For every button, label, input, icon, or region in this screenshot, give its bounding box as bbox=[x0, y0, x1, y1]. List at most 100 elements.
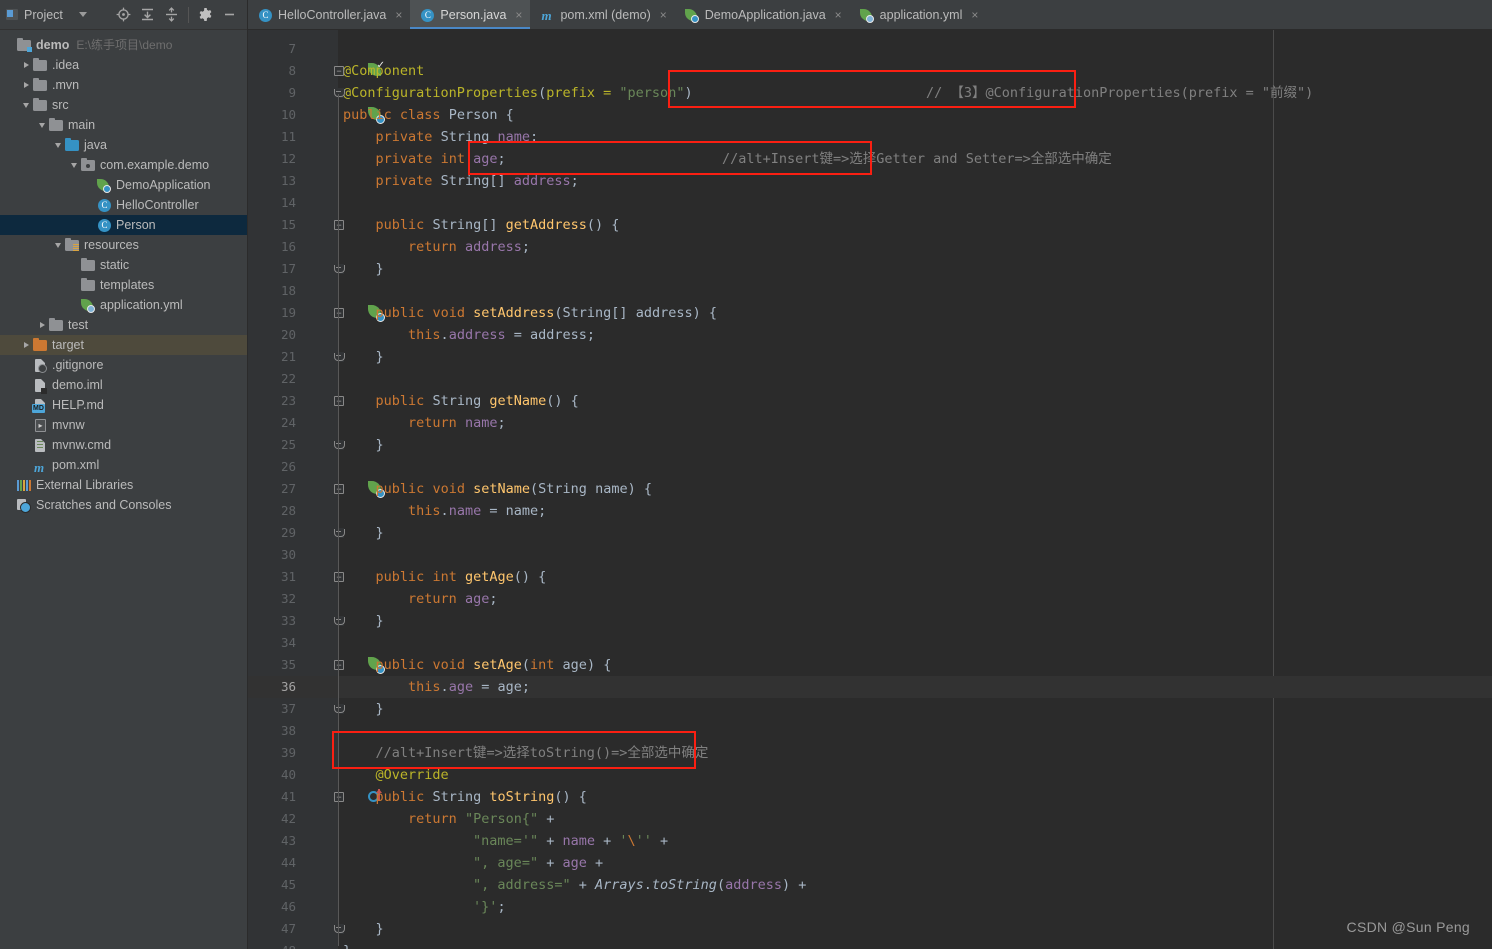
tree-item-main[interactable]: main bbox=[0, 115, 247, 135]
tree-item-demoapplication[interactable]: DemoApplication bbox=[0, 175, 247, 195]
tree-item-scratches-and-consoles[interactable]: Scratches and Consoles bbox=[0, 495, 247, 515]
fold-collapse-icon[interactable]: − bbox=[334, 484, 344, 494]
fold-collapse-icon[interactable]: − bbox=[334, 66, 344, 76]
fold-end-icon[interactable] bbox=[334, 352, 345, 362]
fold-end-icon[interactable] bbox=[334, 440, 345, 450]
tree-item-gitignore[interactable]: .gitignore bbox=[0, 355, 247, 375]
close-icon[interactable]: × bbox=[515, 8, 522, 22]
editor-tab-demoapplication-java[interactable]: DemoApplication.java × bbox=[675, 0, 850, 29]
tree-item-target[interactable]: target bbox=[0, 335, 247, 355]
fold-end-icon[interactable] bbox=[334, 616, 345, 626]
tree-root-demo[interactable]: demo E:\练手项目\demo bbox=[0, 35, 247, 55]
tree-item-pom-xml[interactable]: m pom.xml bbox=[0, 455, 247, 475]
tree-item-label: main bbox=[68, 118, 96, 132]
project-title[interactable]: Project bbox=[6, 8, 87, 22]
fold-end-icon[interactable] bbox=[334, 264, 345, 274]
tree-item-label: mvnw.cmd bbox=[52, 438, 112, 452]
chevron-down-icon[interactable] bbox=[20, 95, 32, 115]
tree-item-demo-iml[interactable]: demo.iml bbox=[0, 375, 247, 395]
editor-tab-hellocontroller-java[interactable]: C HelloController.java × bbox=[248, 0, 410, 29]
code-line-22: 22 bbox=[248, 368, 1492, 390]
tree-item-label: java bbox=[84, 138, 107, 152]
tree-item-static[interactable]: static bbox=[0, 255, 247, 275]
tree-item-label: External Libraries bbox=[36, 478, 134, 492]
locate-icon[interactable] bbox=[116, 7, 131, 22]
line-number: 47 bbox=[280, 921, 296, 936]
chevron-down-icon[interactable] bbox=[52, 235, 64, 255]
code-text: @ConfigurationProperties(prefix = "perso… bbox=[343, 85, 693, 101]
chevron-right-icon[interactable] bbox=[20, 335, 32, 355]
tree-item-label: resources bbox=[84, 238, 139, 252]
close-icon[interactable]: × bbox=[660, 8, 667, 22]
collapse-all-icon[interactable] bbox=[164, 7, 179, 22]
close-icon[interactable]: × bbox=[971, 8, 978, 22]
fold-collapse-icon[interactable]: − bbox=[334, 220, 344, 230]
code-text: } bbox=[343, 701, 384, 717]
tree-item-test[interactable]: test bbox=[0, 315, 247, 335]
code-editor[interactable]: ✓ 7 8 @Component 9 @ConfigurationProperties(… bbox=[248, 30, 1492, 949]
code-line-15: 15 public String[] getAddress() { bbox=[248, 214, 1492, 236]
chevron-right-icon[interactable] bbox=[20, 55, 32, 75]
line-number: 24 bbox=[280, 415, 296, 430]
editor-tab-person-java[interactable]: C Person.java × bbox=[410, 0, 531, 29]
java-class-icon: C bbox=[419, 7, 435, 22]
tree-item-com-example-demo[interactable]: com.example.demo bbox=[0, 155, 247, 175]
fold-end-icon[interactable] bbox=[334, 924, 345, 934]
tree-item-resources[interactable]: resources bbox=[0, 235, 247, 255]
code-line-24: 24 return name; bbox=[248, 412, 1492, 434]
chevron-down-icon[interactable] bbox=[78, 12, 87, 17]
tree-item-external-libraries[interactable]: External Libraries bbox=[0, 475, 247, 495]
code-line-14: 14 bbox=[248, 192, 1492, 214]
fold-end-icon[interactable] bbox=[334, 704, 345, 714]
fold-collapse-icon[interactable]: − bbox=[334, 308, 344, 318]
tree-item-label: Person bbox=[116, 218, 156, 232]
tree-item-label: src bbox=[52, 98, 69, 112]
tree-item-mvnw-cmd[interactable]: mvnw.cmd bbox=[0, 435, 247, 455]
java-class-icon: C bbox=[96, 217, 112, 233]
editor-tab-pom-xml-demo[interactable]: m pom.xml (demo) × bbox=[530, 0, 674, 29]
code-text: public void setName(String name) { bbox=[375, 481, 652, 497]
editor-tabs[interactable]: C HelloController.java × C Person.java × m pom.… bbox=[248, 0, 1492, 30]
fold-end-icon[interactable] bbox=[334, 528, 345, 538]
expand-all-icon[interactable] bbox=[140, 7, 155, 22]
tree-item-mvn[interactable]: .mvn bbox=[0, 75, 247, 95]
fold-collapse-icon[interactable]: − bbox=[334, 660, 344, 670]
chevron-down-icon[interactable] bbox=[36, 115, 48, 135]
tree-item-application-yml[interactable]: application.yml bbox=[0, 295, 247, 315]
line-number: 7 bbox=[288, 41, 296, 56]
chevron-right-icon[interactable] bbox=[36, 315, 48, 335]
tree-item-mvnw[interactable]: ▸ mvnw bbox=[0, 415, 247, 435]
tree-item-person[interactable]: C Person bbox=[0, 215, 247, 235]
code-line-34: 34 bbox=[248, 632, 1492, 654]
editor-tab-application-yml[interactable]: application.yml × bbox=[850, 0, 987, 29]
fold-collapse-icon[interactable]: − bbox=[334, 396, 344, 406]
minimize-icon[interactable] bbox=[222, 7, 237, 22]
tree-item-help-md[interactable]: MD HELP.md bbox=[0, 395, 247, 415]
fold-collapse-icon[interactable]: − bbox=[334, 792, 344, 802]
tree-item-src[interactable]: src bbox=[0, 95, 247, 115]
line-number: 39 bbox=[280, 745, 296, 760]
fold-collapse-icon[interactable]: − bbox=[334, 572, 344, 582]
close-icon[interactable]: × bbox=[395, 8, 402, 22]
project-tree[interactable]: demo E:\练手项目\demo .idea .mvn src main java co… bbox=[0, 30, 247, 515]
chevron-down-icon[interactable] bbox=[52, 135, 64, 155]
chevron-right-icon[interactable] bbox=[20, 75, 32, 95]
tree-item-templates[interactable]: templates bbox=[0, 275, 247, 295]
tree-item-java[interactable]: java bbox=[0, 135, 247, 155]
tree-item-idea[interactable]: .idea bbox=[0, 55, 247, 75]
java-class-icon: C bbox=[257, 7, 272, 22]
fold-end-icon[interactable] bbox=[334, 88, 345, 98]
inline-comment-text: //alt+Insert键=>选择Getter and Setter=>全部选中… bbox=[722, 151, 1112, 167]
line-number: 28 bbox=[280, 503, 296, 518]
code-line-40: 40 @Override bbox=[248, 764, 1492, 786]
close-icon[interactable]: × bbox=[835, 8, 842, 22]
chevron-down-icon[interactable] bbox=[68, 155, 80, 175]
settings-gear-icon[interactable] bbox=[198, 7, 213, 22]
code-line-16: 16 return address; bbox=[248, 236, 1492, 258]
tree-item-hellocontroller[interactable]: C HelloController bbox=[0, 195, 247, 215]
